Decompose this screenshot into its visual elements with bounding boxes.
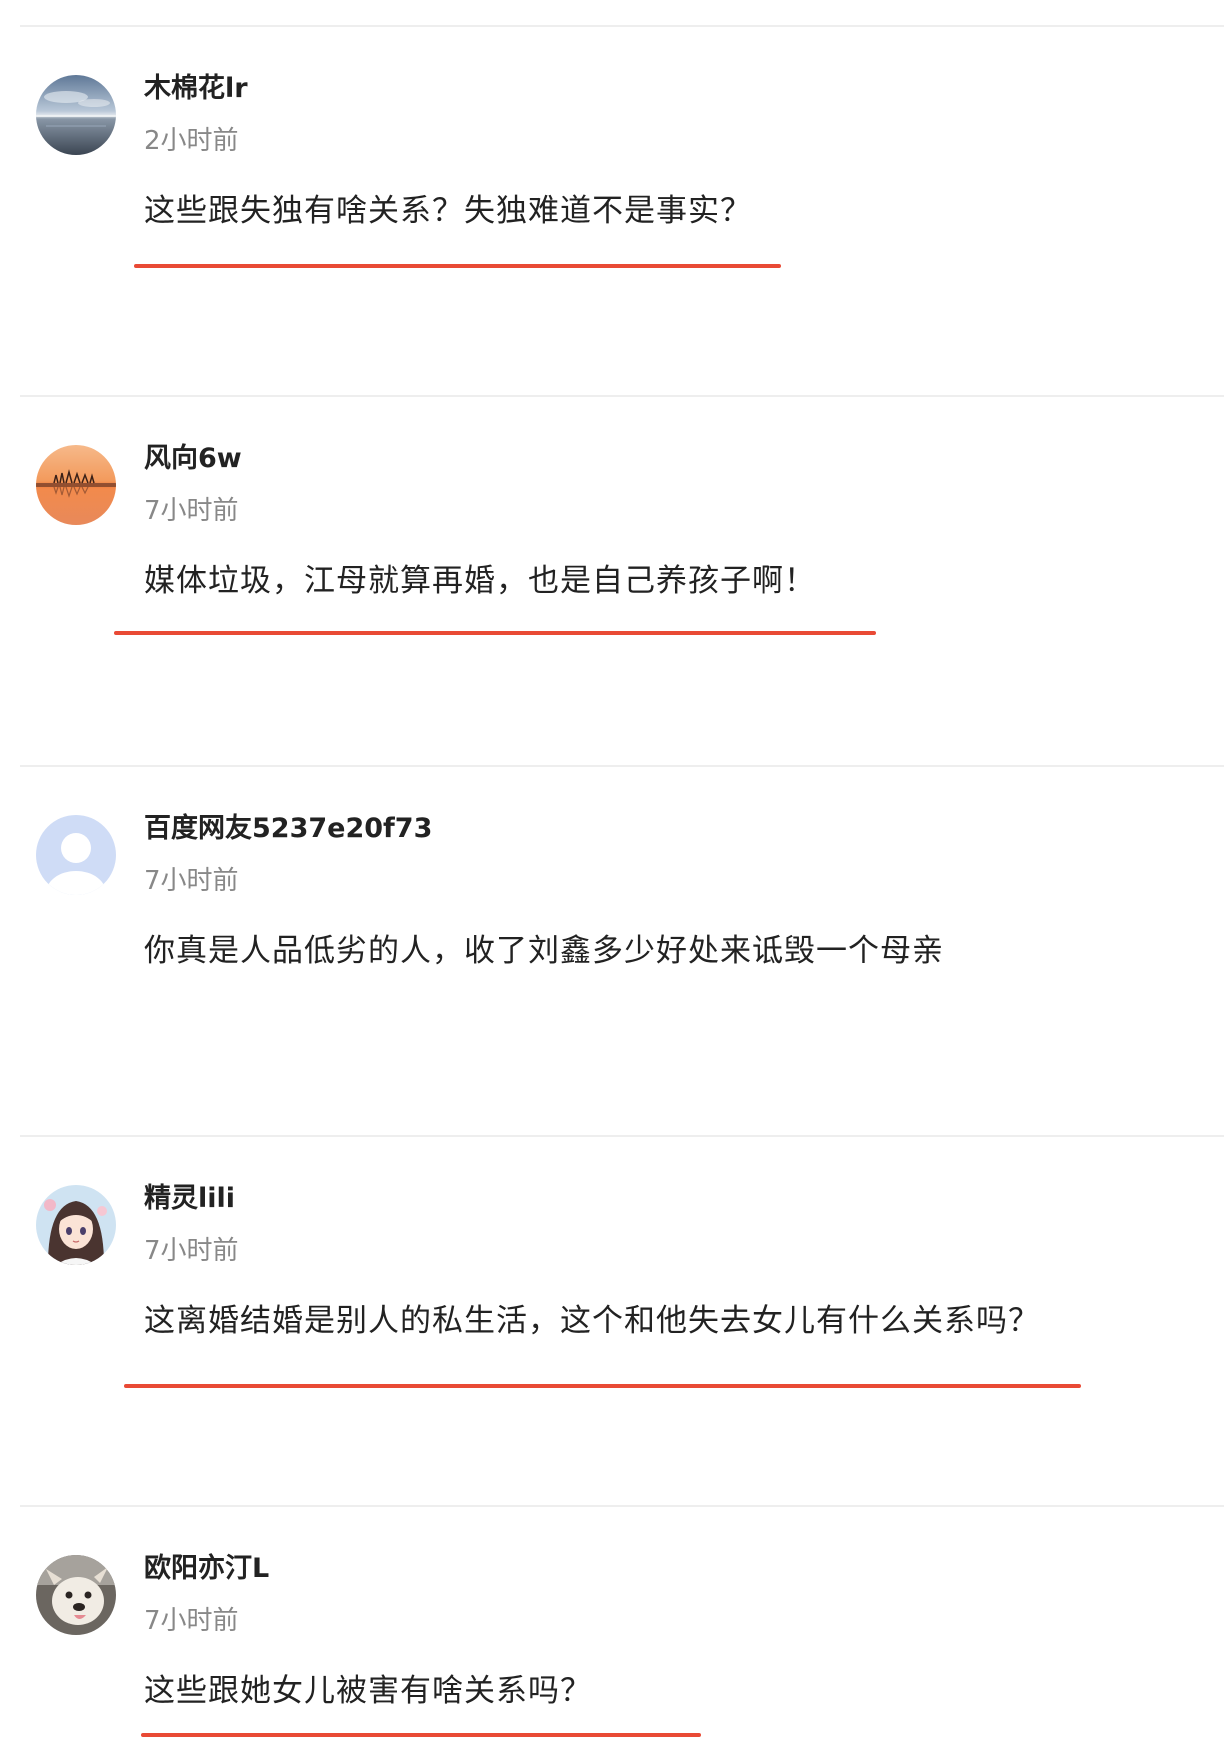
comment-text: 这些跟失独有啥关系？失独难道不是事实？ <box>144 193 752 229</box>
divider <box>20 25 1224 27</box>
default-user-avatar-icon[interactable] <box>36 815 116 895</box>
comment-item: 欧阳亦汀L 7小时前 这些跟她女儿被害有啥关系吗？ <box>0 1480 1224 1758</box>
comment-text: 这离婚结婚是别人的私生活，这个和他失去女儿有什么关系吗？ <box>144 1303 1040 1339</box>
comment-list: 木棉花lr 2小时前 这些跟失独有啥关系？失独难道不是事实？ 风向6w 7小时前… <box>0 0 1224 1758</box>
timestamp: 7小时前 <box>144 496 239 526</box>
comment-item: 木棉花lr 2小时前 这些跟失独有啥关系？失独难道不是事实？ <box>0 0 1224 370</box>
divider <box>20 1135 1224 1137</box>
timestamp: 7小时前 <box>144 1606 239 1636</box>
timestamp: 7小时前 <box>144 1236 239 1266</box>
timestamp: 2小时前 <box>144 126 239 156</box>
sea-horizon-avatar-icon[interactable] <box>36 75 116 155</box>
divider <box>20 765 1224 767</box>
red-underline <box>114 631 876 635</box>
username[interactable]: 欧阳亦汀L <box>144 1552 269 1586</box>
timestamp: 7小时前 <box>144 866 239 896</box>
comment-text: 你真是人品低劣的人，收了刘鑫多少好处来诋毁一个母亲 <box>144 933 944 969</box>
username[interactable]: 风向6w <box>144 442 242 476</box>
divider <box>20 395 1224 397</box>
username[interactable]: 木棉花lr <box>144 72 248 106</box>
red-underline <box>134 264 781 268</box>
dog-avatar-icon[interactable] <box>36 1555 116 1635</box>
divider <box>20 1505 1224 1507</box>
comment-text: 这些跟她女儿被害有啥关系吗？ <box>144 1673 592 1709</box>
comment-item: 精灵lili 7小时前 这离婚结婚是别人的私生活，这个和他失去女儿有什么关系吗？ <box>0 1110 1224 1480</box>
username[interactable]: 精灵lili <box>144 1182 235 1216</box>
anime-girl-avatar-icon[interactable] <box>36 1185 116 1265</box>
comment-item: 百度网友5237e20f73 7小时前 你真是人品低劣的人，收了刘鑫多少好处来诋… <box>0 740 1224 1110</box>
sunset-avatar-icon[interactable] <box>36 445 116 525</box>
red-underline <box>124 1384 1081 1388</box>
comment-item: 风向6w 7小时前 媒体垃圾，江母就算再婚，也是自己养孩子啊！ <box>0 370 1224 740</box>
red-underline <box>141 1733 701 1737</box>
comment-text: 媒体垃圾，江母就算再婚，也是自己养孩子啊！ <box>144 563 816 599</box>
username[interactable]: 百度网友5237e20f73 <box>144 812 432 846</box>
